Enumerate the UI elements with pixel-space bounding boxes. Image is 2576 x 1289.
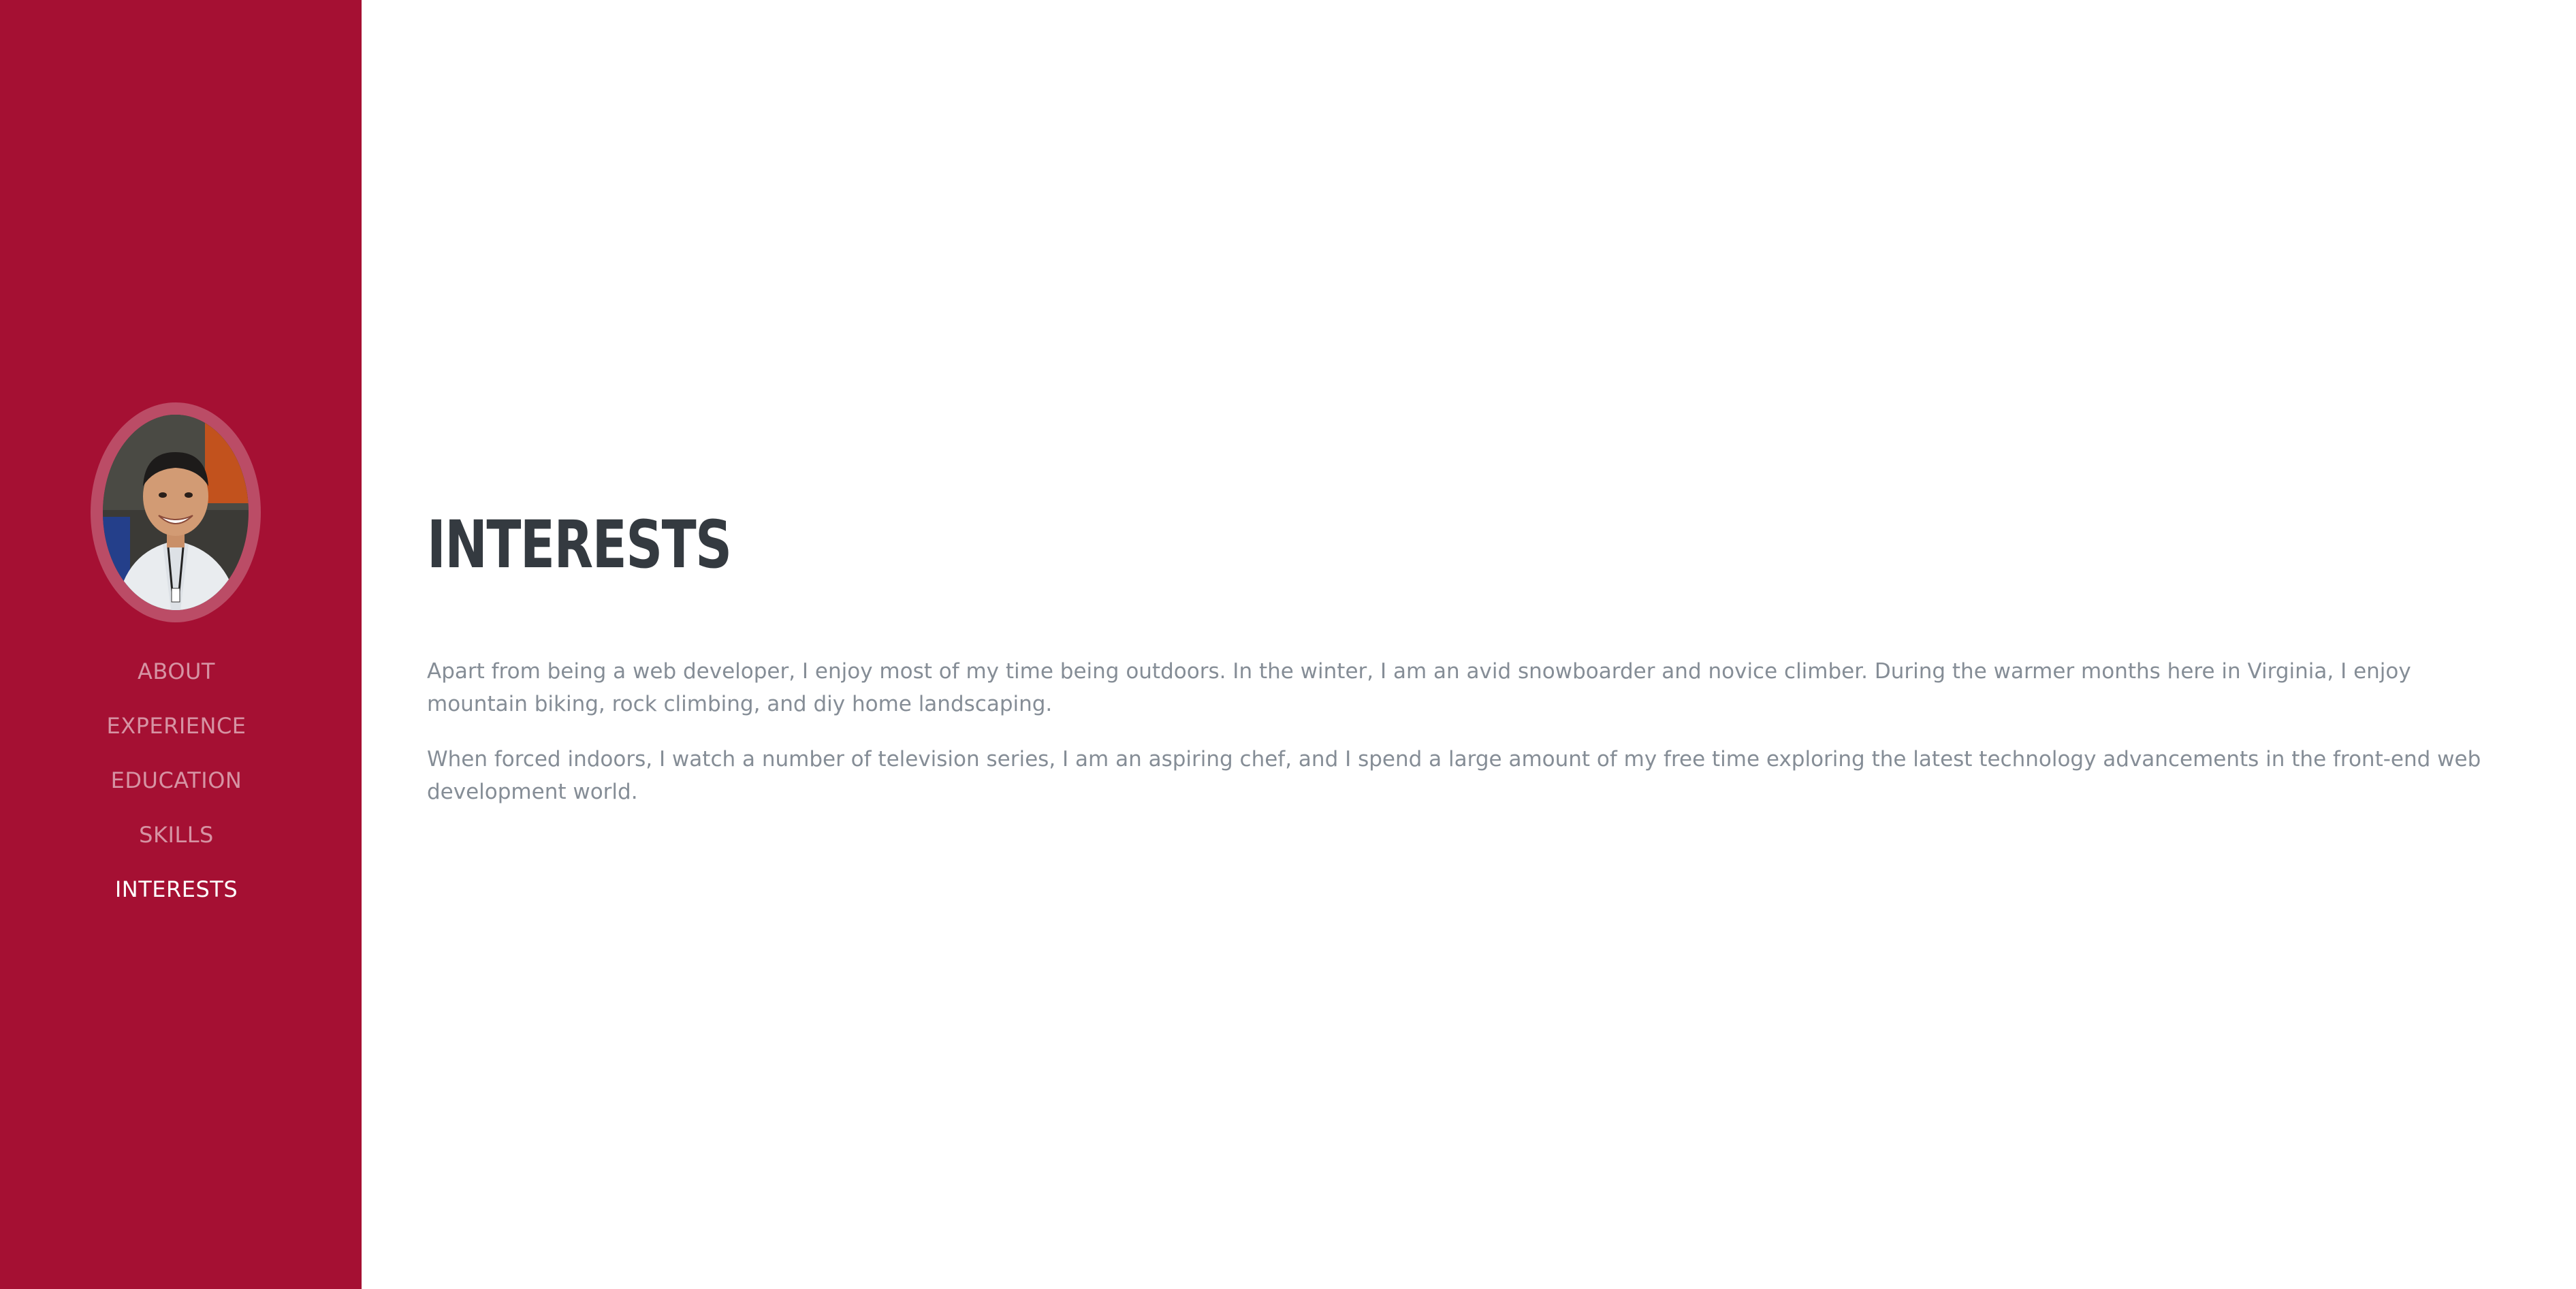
sidebar-item-education: EDUCATION (0, 764, 353, 818)
sidebar-item-interests: INTERESTS (0, 873, 353, 927)
sidebar-item-about: ABOUT (0, 655, 353, 710)
avatar-frame (91, 402, 261, 622)
nav-link-about[interactable]: ABOUT (138, 658, 215, 684)
sidebar-item-skills: SKILLS (0, 818, 353, 873)
sidebar-item-experience: EXPERIENCE (0, 710, 353, 764)
nav-link-experience[interactable]: EXPERIENCE (106, 713, 246, 739)
interests-paragraph-1: Apart from being a web developer, I enjo… (427, 659, 2411, 716)
sidebar-nav: ABOUT EXPERIENCE EDUCATION SKILLS INTERE… (0, 655, 353, 927)
section-title: INTERESTS (427, 507, 732, 583)
nav-link-interests[interactable]: INTERESTS (115, 876, 238, 902)
nav-link-education[interactable]: EDUCATION (111, 767, 242, 793)
sidebar: ABOUT EXPERIENCE EDUCATION SKILLS INTERE… (0, 0, 362, 1289)
nav-link-skills[interactable]: SKILLS (139, 822, 214, 848)
interests-paragraph-2: When forced indoors, I watch a number of… (427, 747, 2481, 804)
avatar[interactable] (103, 415, 249, 610)
